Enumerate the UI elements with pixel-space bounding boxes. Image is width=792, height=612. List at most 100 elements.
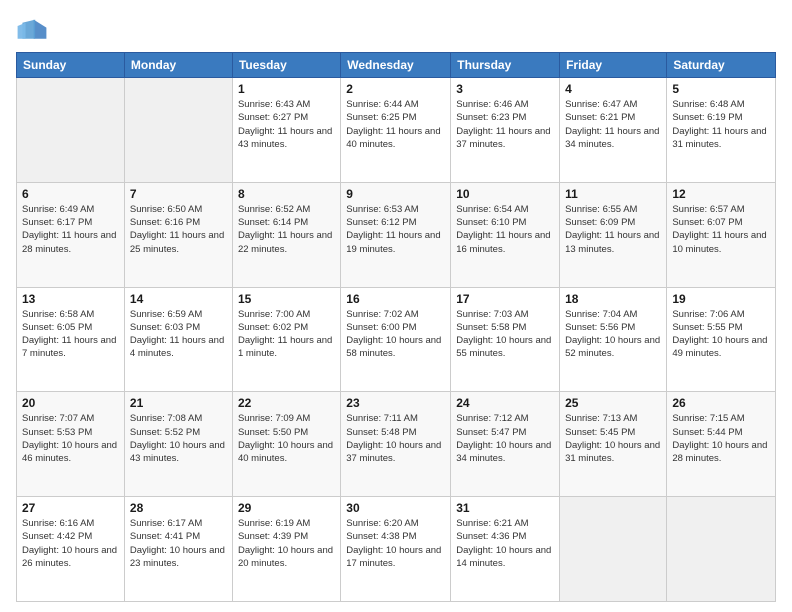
calendar-cell: 27 Sunrise: 6:16 AMSunset: 4:42 PMDayligh…: [17, 497, 125, 602]
day-info: Sunrise: 6:21 AMSunset: 4:36 PMDaylight:…: [456, 517, 554, 570]
day-info: Sunrise: 6:55 AMSunset: 6:09 PMDaylight:…: [565, 203, 661, 256]
calendar-cell: 21 Sunrise: 7:08 AMSunset: 5:52 PMDayligh…: [124, 392, 232, 497]
day-number: 6: [22, 187, 119, 201]
day-info: Sunrise: 7:07 AMSunset: 5:53 PMDaylight:…: [22, 412, 119, 465]
day-info: Sunrise: 7:02 AMSunset: 6:00 PMDaylight:…: [346, 308, 445, 361]
day-number: 4: [565, 82, 661, 96]
day-number: 7: [130, 187, 227, 201]
col-saturday: Saturday: [667, 53, 776, 78]
day-number: 20: [22, 396, 119, 410]
day-info: Sunrise: 6:59 AMSunset: 6:03 PMDaylight:…: [130, 308, 227, 361]
calendar-cell: 12 Sunrise: 6:57 AMSunset: 6:07 PMDayligh…: [667, 182, 776, 287]
calendar-cell: 5 Sunrise: 6:48 AMSunset: 6:19 PMDaylight…: [667, 78, 776, 183]
col-tuesday: Tuesday: [232, 53, 340, 78]
calendar-cell: [124, 78, 232, 183]
calendar-cell: 3 Sunrise: 6:46 AMSunset: 6:23 PMDaylight…: [451, 78, 560, 183]
day-info: Sunrise: 6:54 AMSunset: 6:10 PMDaylight:…: [456, 203, 554, 256]
day-info: Sunrise: 6:52 AMSunset: 6:14 PMDaylight:…: [238, 203, 335, 256]
day-info: Sunrise: 7:11 AMSunset: 5:48 PMDaylight:…: [346, 412, 445, 465]
day-number: 2: [346, 82, 445, 96]
calendar-cell: 2 Sunrise: 6:44 AMSunset: 6:25 PMDaylight…: [341, 78, 451, 183]
day-number: 22: [238, 396, 335, 410]
day-info: Sunrise: 7:09 AMSunset: 5:50 PMDaylight:…: [238, 412, 335, 465]
calendar-cell: 24 Sunrise: 7:12 AMSunset: 5:47 PMDayligh…: [451, 392, 560, 497]
day-info: Sunrise: 6:44 AMSunset: 6:25 PMDaylight:…: [346, 98, 445, 151]
calendar-cell: 31 Sunrise: 6:21 AMSunset: 4:36 PMDayligh…: [451, 497, 560, 602]
day-number: 27: [22, 501, 119, 515]
calendar-week-4: 20 Sunrise: 7:07 AMSunset: 5:53 PMDayligh…: [17, 392, 776, 497]
day-number: 28: [130, 501, 227, 515]
day-number: 9: [346, 187, 445, 201]
col-monday: Monday: [124, 53, 232, 78]
day-info: Sunrise: 7:00 AMSunset: 6:02 PMDaylight:…: [238, 308, 335, 361]
day-number: 23: [346, 396, 445, 410]
calendar-cell: 16 Sunrise: 7:02 AMSunset: 6:00 PMDayligh…: [341, 287, 451, 392]
day-info: Sunrise: 6:43 AMSunset: 6:27 PMDaylight:…: [238, 98, 335, 151]
header: [16, 16, 776, 44]
day-info: Sunrise: 6:16 AMSunset: 4:42 PMDaylight:…: [22, 517, 119, 570]
calendar-cell: 17 Sunrise: 7:03 AMSunset: 5:58 PMDayligh…: [451, 287, 560, 392]
calendar-cell: 28 Sunrise: 6:17 AMSunset: 4:41 PMDayligh…: [124, 497, 232, 602]
day-number: 25: [565, 396, 661, 410]
calendar-cell: [17, 78, 125, 183]
day-info: Sunrise: 6:19 AMSunset: 4:39 PMDaylight:…: [238, 517, 335, 570]
day-number: 13: [22, 292, 119, 306]
day-info: Sunrise: 6:53 AMSunset: 6:12 PMDaylight:…: [346, 203, 445, 256]
day-info: Sunrise: 6:50 AMSunset: 6:16 PMDaylight:…: [130, 203, 227, 256]
day-number: 31: [456, 501, 554, 515]
day-info: Sunrise: 7:04 AMSunset: 5:56 PMDaylight:…: [565, 308, 661, 361]
day-info: Sunrise: 7:12 AMSunset: 5:47 PMDaylight:…: [456, 412, 554, 465]
day-number: 10: [456, 187, 554, 201]
day-info: Sunrise: 6:48 AMSunset: 6:19 PMDaylight:…: [672, 98, 770, 151]
day-number: 11: [565, 187, 661, 201]
calendar-cell: 1 Sunrise: 6:43 AMSunset: 6:27 PMDaylight…: [232, 78, 340, 183]
calendar-header-row: Sunday Monday Tuesday Wednesday Thursday…: [17, 53, 776, 78]
day-number: 12: [672, 187, 770, 201]
calendar-cell: 23 Sunrise: 7:11 AMSunset: 5:48 PMDayligh…: [341, 392, 451, 497]
calendar-week-1: 1 Sunrise: 6:43 AMSunset: 6:27 PMDaylight…: [17, 78, 776, 183]
day-number: 3: [456, 82, 554, 96]
day-info: Sunrise: 6:17 AMSunset: 4:41 PMDaylight:…: [130, 517, 227, 570]
calendar-cell: 30Sunrise: 6:20 AMSunset: 4:38 PMDayligh…: [341, 497, 451, 602]
page: Sunday Monday Tuesday Wednesday Thursday…: [0, 0, 792, 612]
day-info: Sunrise: 6:57 AMSunset: 6:07 PMDaylight:…: [672, 203, 770, 256]
col-thursday: Thursday: [451, 53, 560, 78]
day-number: 14: [130, 292, 227, 306]
calendar-cell: 4 Sunrise: 6:47 AMSunset: 6:21 PMDaylight…: [560, 78, 667, 183]
day-info: Sunrise: 6:58 AMSunset: 6:05 PMDaylight:…: [22, 308, 119, 361]
logo: [16, 16, 52, 44]
day-info: Sunrise: 7:13 AMSunset: 5:45 PMDaylight:…: [565, 412, 661, 465]
calendar-week-5: 27 Sunrise: 6:16 AMSunset: 4:42 PMDayligh…: [17, 497, 776, 602]
calendar-cell: 14 Sunrise: 6:59 AMSunset: 6:03 PMDayligh…: [124, 287, 232, 392]
day-info: Sunrise: 6:46 AMSunset: 6:23 PMDaylight:…: [456, 98, 554, 151]
day-number: 26: [672, 396, 770, 410]
calendar-cell: 8Sunrise: 6:52 AMSunset: 6:14 PMDaylight…: [232, 182, 340, 287]
day-number: 5: [672, 82, 770, 96]
calendar-cell: 15 Sunrise: 7:00 AMSunset: 6:02 PMDayligh…: [232, 287, 340, 392]
day-number: 16: [346, 292, 445, 306]
calendar-cell: 22 Sunrise: 7:09 AMSunset: 5:50 PMDayligh…: [232, 392, 340, 497]
calendar-cell: 20 Sunrise: 7:07 AMSunset: 5:53 PMDayligh…: [17, 392, 125, 497]
calendar-cell: 25 Sunrise: 7:13 AMSunset: 5:45 PMDayligh…: [560, 392, 667, 497]
calendar-cell: 10 Sunrise: 6:54 AMSunset: 6:10 PMDayligh…: [451, 182, 560, 287]
col-wednesday: Wednesday: [341, 53, 451, 78]
calendar-week-3: 13 Sunrise: 6:58 AMSunset: 6:05 PMDayligh…: [17, 287, 776, 392]
calendar-cell: 29Sunrise: 6:19 AMSunset: 4:39 PMDayligh…: [232, 497, 340, 602]
day-number: 24: [456, 396, 554, 410]
day-info: Sunrise: 6:47 AMSunset: 6:21 PMDaylight:…: [565, 98, 661, 151]
day-info: Sunrise: 7:03 AMSunset: 5:58 PMDaylight:…: [456, 308, 554, 361]
day-number: 19: [672, 292, 770, 306]
calendar-cell: 26Sunrise: 7:15 AMSunset: 5:44 PMDayligh…: [667, 392, 776, 497]
day-info: Sunrise: 6:20 AMSunset: 4:38 PMDaylight:…: [346, 517, 445, 570]
col-sunday: Sunday: [17, 53, 125, 78]
day-number: 21: [130, 396, 227, 410]
day-number: 17: [456, 292, 554, 306]
col-friday: Friday: [560, 53, 667, 78]
day-number: 15: [238, 292, 335, 306]
logo-icon: [16, 16, 48, 44]
day-info: Sunrise: 7:06 AMSunset: 5:55 PMDaylight:…: [672, 308, 770, 361]
day-number: 1: [238, 82, 335, 96]
calendar-cell: 18 Sunrise: 7:04 AMSunset: 5:56 PMDayligh…: [560, 287, 667, 392]
day-info: Sunrise: 7:08 AMSunset: 5:52 PMDaylight:…: [130, 412, 227, 465]
day-number: 18: [565, 292, 661, 306]
